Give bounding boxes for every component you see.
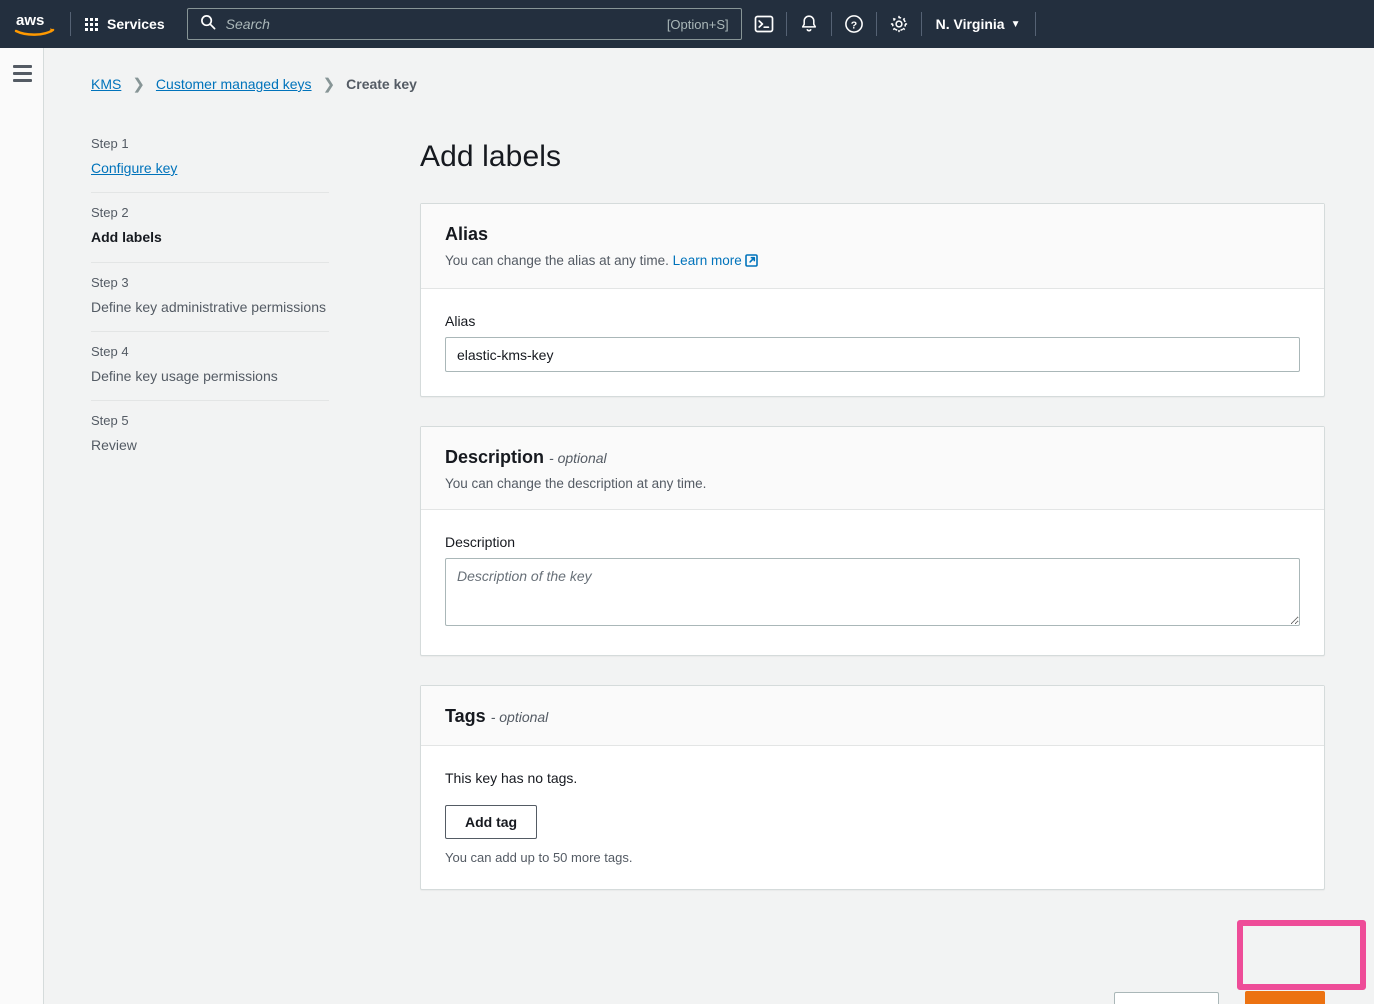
svg-text:?: ? <box>850 19 856 31</box>
description-field-label: Description <box>445 534 516 550</box>
wizard-step-2: Step 2 Add labels <box>91 192 329 261</box>
wizard-step-5-title: Review <box>91 437 137 454</box>
description-field[interactable] <box>445 558 1300 626</box>
breadcrumb-separator-icon: ❯ <box>132 76 145 93</box>
svg-text:aws: aws <box>16 12 44 29</box>
left-rail <box>0 48 44 1004</box>
alias-learn-more-link[interactable]: Learn more <box>673 253 758 268</box>
alias-field[interactable] <box>445 337 1300 372</box>
description-card-title: Description - optional <box>445 447 1300 468</box>
breadcrumb-item-customer-managed-keys[interactable]: Customer managed keys <box>156 76 312 92</box>
wizard-step-4-title: Define key usage permissions <box>91 367 278 384</box>
wizard-actions: Cancel Previous Next <box>420 991 1325 1004</box>
search-shortcut-hint: [Option+S] <box>666 16 729 32</box>
external-link-icon <box>744 254 758 270</box>
wizard-step-5-number: Step 5 <box>91 413 129 429</box>
description-card-description: You can change the description at any ti… <box>445 476 707 491</box>
aws-logo-icon: aws <box>14 12 55 36</box>
description-card: Description - optional You can change th… <box>420 426 1325 656</box>
main-column: Add labels Alias You can change the alia… <box>420 140 1325 890</box>
tags-card-header: Tags - optional <box>421 686 1324 746</box>
top-navigation-bar: aws Services Search [Option+S] ? N. Virg… <box>0 0 1374 48</box>
aws-logo[interactable]: aws <box>0 0 70 48</box>
chevron-down-icon: ▼ <box>1010 18 1021 30</box>
notifications-button[interactable] <box>787 0 831 48</box>
help-icon: ? <box>844 15 863 33</box>
page-title: Add labels <box>420 140 562 173</box>
region-label: N. Virginia <box>935 16 1005 32</box>
alias-card-title: Alias <box>445 224 489 244</box>
help-button[interactable]: ? <box>832 0 876 48</box>
services-label: Services <box>107 16 165 32</box>
settings-button[interactable] <box>877 0 921 48</box>
wizard-step-3-title: Define key administrative permissions <box>91 298 326 315</box>
wizard-step-3: Step 3 Define key administrative permiss… <box>91 261 329 331</box>
breadcrumb-item-kms[interactable]: KMS <box>91 76 121 92</box>
wizard-step-1-title[interactable]: Configure key <box>91 158 329 178</box>
breadcrumb: KMS ❯ Customer managed keys ❯ Create key <box>91 75 417 93</box>
search-input[interactable]: Search [Option+S] <box>186 8 742 40</box>
alias-description-text: You can change the alias at any time. <box>445 253 669 268</box>
tags-empty-text: This key has no tags. <box>445 770 578 786</box>
tags-card: Tags - optional This key has no tags. Ad… <box>420 685 1325 890</box>
wizard-step-3-number: Step 3 <box>91 274 129 290</box>
wizard-step-2-title: Add labels <box>91 229 162 246</box>
alias-card-body: Alias <box>421 289 1324 396</box>
wizard-step-1-number: Step 1 <box>91 136 129 151</box>
wizard-steps: Step 1 Configure key Step 2 Add labels S… <box>91 124 329 469</box>
description-card-title-text: Description <box>445 447 545 467</box>
tags-limit-note: You can add up to 50 more tags. <box>445 850 633 865</box>
bell-icon <box>801 15 816 32</box>
cloudshell-icon <box>754 15 773 33</box>
cancel-button[interactable]: Cancel <box>1024 993 1102 1004</box>
breadcrumb-separator-icon: ❯ <box>322 76 336 93</box>
description-card-body: Description <box>421 510 1324 655</box>
breadcrumb-item-create-key: Create key <box>346 76 417 92</box>
grid-icon <box>85 17 98 31</box>
cloudshell-button[interactable] <box>742 0 786 48</box>
description-card-header: Description - optional You can change th… <box>421 427 1324 510</box>
tags-card-title-text: Tags <box>445 706 486 726</box>
search-placeholder: Search <box>225 16 270 32</box>
next-button[interactable]: Next <box>1244 991 1325 1004</box>
alias-card-header: Alias You can change the alias at any ti… <box>421 204 1324 289</box>
services-menu-button[interactable]: Services <box>71 0 179 48</box>
wizard-step-5: Step 5 Review <box>91 400 329 469</box>
alias-learn-more-label: Learn more <box>672 253 742 268</box>
tags-optional-label: - optional <box>490 709 549 725</box>
tags-card-title: Tags - optional <box>445 706 1300 727</box>
search-icon <box>200 14 216 35</box>
alias-card: Alias You can change the alias at any ti… <box>420 203 1325 397</box>
wizard-step-4-number: Step 4 <box>91 343 129 359</box>
alias-card-description: You can change the alias at any time. Le… <box>445 253 1300 270</box>
description-optional-label: - optional <box>549 450 607 466</box>
nav-divider <box>1034 12 1036 36</box>
previous-button[interactable]: Previous <box>1113 992 1219 1004</box>
region-selector[interactable]: N. Virginia ▼ <box>922 0 1035 48</box>
hamburger-menu-icon[interactable] <box>13 65 32 86</box>
wizard-step-2-number: Step 2 <box>91 205 129 221</box>
settings-gear-icon <box>890 15 907 33</box>
wizard-step-1: Step 1 Configure key <box>91 124 329 192</box>
wizard-step-4: Step 4 Define key usage permissions <box>91 330 329 400</box>
add-tag-button[interactable]: Add tag <box>445 805 538 839</box>
alias-field-label: Alias <box>445 313 476 329</box>
page-content: KMS ❯ Customer managed keys ❯ Create key… <box>45 48 1374 1004</box>
tags-card-body: This key has no tags. Add tag You can ad… <box>421 746 1324 889</box>
